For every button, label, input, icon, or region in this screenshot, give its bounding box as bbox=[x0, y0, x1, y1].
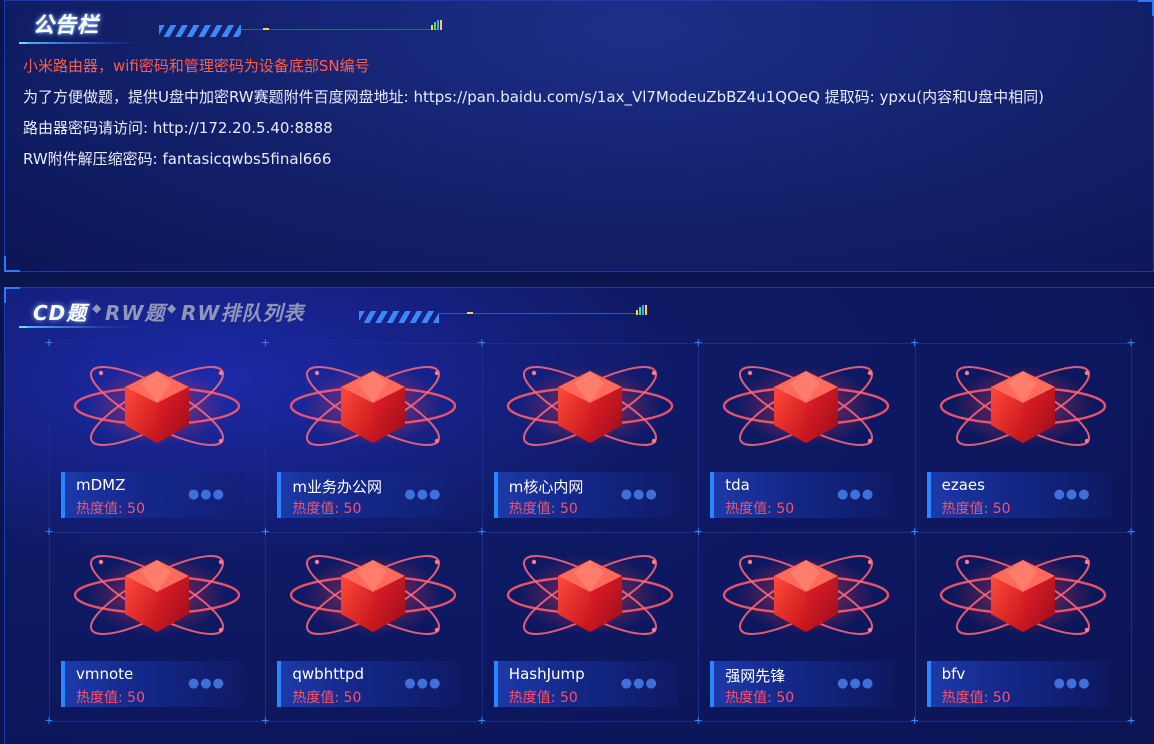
challenge-grid: ++++++++++++++++++ mDMZ bbox=[44, 337, 1135, 726]
more-dots-icon[interactable]: ●●● bbox=[621, 487, 658, 502]
notice-header: 公告栏 bbox=[19, 7, 459, 44]
challenge-card[interactable]: qwbhttpd 热度值: 50 ●●● bbox=[265, 532, 481, 721]
title-underline bbox=[19, 42, 139, 44]
corner-decoration bbox=[1138, 0, 1154, 16]
red-cube-atom-icon bbox=[720, 540, 892, 650]
challenge-card[interactable]: m核心内网 热度值: 50 ●●● bbox=[482, 343, 698, 532]
challenge-card[interactable]: HashJump 热度值: 50 ●●● bbox=[482, 532, 698, 721]
red-cube-atom-icon bbox=[71, 540, 243, 650]
challenge-tabs: CD题 ◆ RW题 ◆ RW排队列表 bbox=[19, 291, 679, 331]
challenge-card[interactable]: m业务办公网 热度值: 50 ●●● bbox=[265, 343, 481, 532]
red-cube-atom-icon bbox=[504, 351, 676, 461]
signal-bars-icon bbox=[636, 305, 648, 315]
title-dot bbox=[263, 28, 269, 30]
more-dots-icon[interactable]: ●●● bbox=[1054, 676, 1091, 691]
challenge-info[interactable]: m核心内网 热度值: 50 ●●● bbox=[493, 472, 678, 518]
challenge-card[interactable]: ezaes 热度值: 50 ●●● bbox=[915, 343, 1131, 532]
title-line bbox=[241, 29, 437, 30]
challenge-heat: 热度值: 50 bbox=[292, 690, 362, 706]
challenge-info[interactable]: bfv 热度值: 50 ●●● bbox=[926, 661, 1111, 707]
more-dots-icon[interactable]: ●●● bbox=[188, 487, 225, 502]
challenge-heat: 热度值: 50 bbox=[508, 690, 578, 706]
challenge-name: 强网先锋 bbox=[725, 667, 786, 685]
more-dots-icon[interactable]: ●●● bbox=[621, 676, 658, 691]
notice-line: 为了方便做题，提供U盘中加密RW赛题附件百度网盘地址: https://pan.… bbox=[23, 88, 1044, 106]
challenge-heat: 热度值: 50 bbox=[725, 690, 795, 706]
challenge-name: HashJump bbox=[508, 665, 585, 683]
challenge-name: m业务办公网 bbox=[292, 478, 383, 496]
challenge-card[interactable]: mDMZ 热度值: 50 ●●● bbox=[49, 343, 265, 532]
red-cube-atom-icon bbox=[937, 540, 1109, 650]
challenge-name: m核心内网 bbox=[508, 478, 584, 496]
red-cube-atom-icon bbox=[937, 351, 1109, 461]
challenge-heat: 热度值: 50 bbox=[76, 501, 145, 517]
red-cube-atom-icon bbox=[504, 540, 676, 650]
red-cube-atom-icon bbox=[71, 351, 243, 461]
tab-separator: ◆ bbox=[92, 301, 102, 315]
more-dots-icon[interactable]: ●●● bbox=[404, 487, 441, 502]
red-cube-atom-icon bbox=[287, 540, 459, 650]
challenge-heat: 热度值: 50 bbox=[941, 690, 1011, 706]
challenge-heat: 热度值: 50 bbox=[508, 501, 578, 517]
more-dots-icon[interactable]: ●●● bbox=[188, 676, 225, 691]
challenge-heat: 热度值: 50 bbox=[725, 501, 795, 517]
challenge-name: bfv bbox=[941, 665, 966, 683]
signal-bars-icon bbox=[431, 20, 443, 30]
more-dots-icon[interactable]: ●●● bbox=[404, 676, 441, 691]
challenge-info[interactable]: HashJump 热度值: 50 ●●● bbox=[493, 661, 678, 707]
challenge-name: qwbhttpd bbox=[292, 665, 365, 683]
challenge-card[interactable]: vmnote 热度值: 50 ●●● bbox=[49, 532, 265, 721]
challenge-card[interactable]: bfv 热度值: 50 ●●● bbox=[915, 532, 1131, 721]
challenge-heat: 热度值: 50 bbox=[941, 501, 1011, 517]
challenge-info[interactable]: qwbhttpd 热度值: 50 ●●● bbox=[277, 661, 462, 707]
challenge-heat: 热度值: 50 bbox=[76, 690, 145, 706]
notice-line: 路由器密码请访问: http://172.20.5.40:8888 bbox=[23, 119, 333, 137]
challenge-info[interactable]: m业务办公网 热度值: 50 ●●● bbox=[277, 472, 462, 518]
challenge-info[interactable]: vmnote 热度值: 50 ●●● bbox=[61, 661, 245, 707]
challenge-info[interactable]: 强网先锋 热度值: 50 ●●● bbox=[710, 661, 895, 707]
title-underline bbox=[19, 326, 139, 328]
challenge-name: mDMZ bbox=[76, 476, 126, 494]
challenge-heat: 热度值: 50 bbox=[292, 501, 362, 517]
tab-separator: ◆ bbox=[167, 301, 177, 315]
more-dots-icon[interactable]: ●●● bbox=[1054, 487, 1091, 502]
red-cube-atom-icon bbox=[720, 351, 892, 461]
red-cube-atom-icon bbox=[287, 351, 459, 461]
challenge-name: ezaes bbox=[941, 476, 985, 494]
more-dots-icon[interactable]: ●●● bbox=[837, 487, 874, 502]
challenge-info[interactable]: tda 热度值: 50 ●●● bbox=[710, 472, 895, 518]
challenge-name: vmnote bbox=[76, 665, 134, 683]
notice-line: 小米路由器，wifi密码和管理密码为设备底部SN编号 bbox=[23, 57, 370, 75]
notice-line: RW附件解压缩密码: fantasicqwbs5final666 bbox=[23, 150, 332, 168]
stripe-decoration bbox=[159, 25, 241, 37]
stripe-decoration bbox=[359, 311, 439, 323]
tab-rw-queue[interactable]: RW排队列表 bbox=[181, 297, 304, 326]
challenge-card[interactable]: 强网先锋 热度值: 50 ●●● bbox=[698, 532, 914, 721]
more-dots-icon[interactable]: ●●● bbox=[837, 676, 874, 691]
challenge-card[interactable]: tda 热度值: 50 ●●● bbox=[698, 343, 914, 532]
grid-line bbox=[49, 721, 1135, 722]
challenge-info[interactable]: mDMZ 热度值: 50 ●●● bbox=[61, 472, 245, 518]
corner-decoration bbox=[4, 256, 20, 272]
notice-body: 小米路由器，wifi密码和管理密码为设备底部SN编号 为了方便做题，提供U盘中加… bbox=[23, 51, 1133, 175]
notice-title: 公告栏 bbox=[33, 13, 99, 37]
challenge-info[interactable]: ezaes 热度值: 50 ●●● bbox=[926, 472, 1111, 518]
challenge-panel: CD题 ◆ RW题 ◆ RW排队列表 + + + + + + + + + + + + + + + + + + bbox=[4, 287, 1154, 744]
title-dot bbox=[467, 312, 473, 314]
tab-rw[interactable]: RW题 bbox=[105, 297, 165, 326]
corner-decoration bbox=[4, 287, 20, 303]
tab-cd[interactable]: CD题 bbox=[33, 297, 87, 326]
notice-panel: 公告栏 小米路由器，wifi密码和管理密码为设备底部SN编号 为了方便做题，提供… bbox=[4, 0, 1154, 272]
challenge-name: tda bbox=[725, 476, 750, 494]
